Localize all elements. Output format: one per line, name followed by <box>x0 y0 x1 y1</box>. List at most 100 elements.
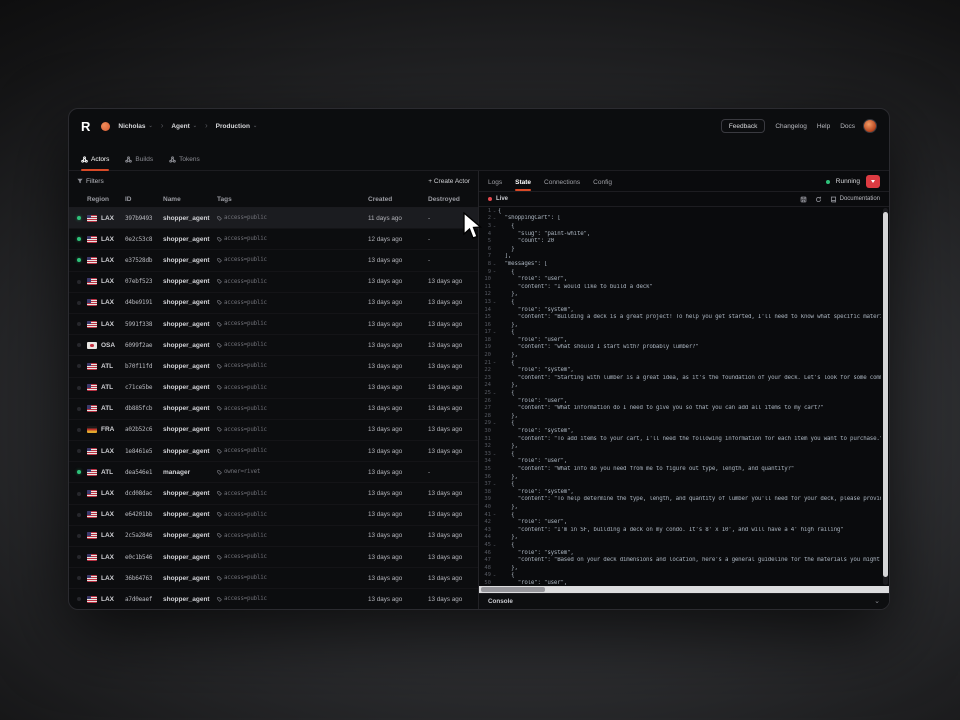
breadcrumb-workspace[interactable]: Nicholas ⌄ <box>118 123 152 130</box>
fold-caret-icon[interactable]: ⌄ <box>491 543 498 548</box>
chevron-down-icon[interactable]: ⌄ <box>874 598 880 605</box>
main-tab[interactable]: Actors <box>81 156 109 170</box>
horizontal-scrollbar-thumb[interactable] <box>481 587 545 592</box>
code-line: 9 ⌄ { <box>479 268 881 276</box>
region-flag-icon <box>87 236 97 243</box>
code-line: 17 ⌄ { <box>479 329 881 337</box>
vertical-scrollbar-thumb[interactable] <box>883 212 888 577</box>
state-json-editor[interactable]: 1 ⌄ { 2 ⌄ "shoppingCart": [ 3 ⌄ { <box>479 207 889 586</box>
nav-link[interactable]: Docs <box>840 123 855 130</box>
code-line: 46 ⌄ "role": "system", <box>479 549 881 557</box>
actors-pane: Filters + Create Actor Region ID Name Ta… <box>69 171 478 609</box>
rivet-logo-icon[interactable]: R <box>81 119 89 134</box>
table-row[interactable]: LAX 07ebf523 shopper_agent access=public… <box>69 272 478 293</box>
refresh-icon[interactable] <box>815 196 822 203</box>
code-line: 19 ⌄ "content": "what should I start wit… <box>479 344 881 352</box>
fold-caret-icon[interactable]: ⌄ <box>491 573 498 578</box>
fold-caret-icon[interactable]: ⌄ <box>491 300 498 305</box>
running-dot-icon <box>77 428 81 432</box>
fold-caret-icon[interactable]: ⌄ <box>491 421 498 426</box>
column-header-id: ID <box>125 196 163 203</box>
code-line: 8 ⌄ "messages": [ <box>479 260 881 268</box>
table-row[interactable]: LAX a7d0eaef shopper_agent access=public… <box>69 589 478 609</box>
nav-link[interactable]: Help <box>817 123 830 130</box>
code-line: 6 ⌄ } <box>479 245 881 253</box>
fold-caret-icon[interactable]: ⌄ <box>491 209 498 214</box>
table-row[interactable]: ATL db885fcb shopper_agent access=public… <box>69 399 478 420</box>
state-toolbar: Live Documentation <box>479 191 889 207</box>
table-row[interactable]: LAX 0e2c53c8 shopper_agent access=public… <box>69 229 478 250</box>
fold-caret-icon[interactable]: ⌄ <box>491 224 498 229</box>
filters-button[interactable]: Filters <box>77 178 104 185</box>
stop-actor-button[interactable] <box>866 175 880 188</box>
detail-tab[interactable]: Config <box>593 179 612 191</box>
table-row[interactable]: OSA 6099f2ae shopper_agent access=public… <box>69 335 478 356</box>
code-line: 3 ⌄ { <box>479 222 881 230</box>
fold-caret-icon[interactable]: ⌄ <box>491 452 498 457</box>
code-line: 2 ⌄ "shoppingCart": [ <box>479 215 881 223</box>
tab-icon <box>125 156 132 163</box>
fold-caret-icon[interactable]: ⌄ <box>491 330 498 335</box>
column-header-created: Created <box>368 196 428 203</box>
code-line: 28 ⌄ }, <box>479 412 881 420</box>
fold-caret-icon[interactable]: ⌄ <box>491 360 498 365</box>
code-line: 45 ⌄ { <box>479 541 881 549</box>
fold-caret-icon[interactable]: ⌄ <box>491 262 498 267</box>
fold-caret-icon[interactable]: ⌄ <box>491 512 498 517</box>
table-row[interactable]: LAX e64201bb shopper_agent access=public… <box>69 505 478 526</box>
code-line: 24 ⌄ }, <box>479 382 881 390</box>
tab-icon <box>169 156 176 163</box>
code-line: 15 ⌄ "content": "Building a deck is a gr… <box>479 313 881 321</box>
table-row[interactable]: LAX e0c1b546 shopper_agent access=public… <box>69 547 478 568</box>
fold-caret-icon[interactable]: ⌄ <box>491 391 498 396</box>
table-row[interactable]: ATL c71ce5be shopper_agent access=public… <box>69 378 478 399</box>
create-actor-button[interactable]: + Create Actor <box>428 178 470 185</box>
region-flag-icon <box>87 426 97 433</box>
running-dot-icon <box>77 322 81 326</box>
save-icon[interactable] <box>800 196 807 203</box>
table-row[interactable]: LAX e37528db shopper_agent access=public… <box>69 250 478 271</box>
selector-icon: ⌄ <box>148 123 152 129</box>
detail-tab[interactable]: Connections <box>544 179 580 191</box>
detail-tab[interactable]: State <box>515 179 531 191</box>
tag-icon <box>217 576 222 581</box>
table-row[interactable]: LAX 1e8461e5 shopper_agent access=public… <box>69 441 478 462</box>
user-avatar[interactable] <box>863 119 877 133</box>
tag-icon <box>217 427 222 432</box>
console-bar[interactable]: Console ⌄ <box>479 593 889 609</box>
table-row[interactable]: ATL b70f11fd shopper_agent access=public… <box>69 356 478 377</box>
table-row[interactable]: ATL dea546e1 manager owner=rivet 13 days… <box>69 462 478 483</box>
running-dot-icon <box>77 449 81 453</box>
detail-tab[interactable]: Logs <box>488 179 502 191</box>
fold-caret-icon[interactable]: ⌄ <box>491 216 498 221</box>
documentation-link[interactable]: Documentation <box>830 196 880 203</box>
vertical-scrollbar[interactable] <box>883 208 888 585</box>
region-flag-icon <box>87 448 97 455</box>
nav-link[interactable]: Changelog <box>775 123 806 130</box>
code-line: 22 ⌄ "role": "system", <box>479 366 881 374</box>
nav-link[interactable]: Feedback <box>721 119 766 133</box>
chevron-right-icon: › <box>205 122 208 130</box>
main-tab-bar: Actors Builds Tokens <box>69 143 889 171</box>
live-indicator-icon <box>488 197 492 201</box>
table-row[interactable]: LAX d4be9191 shopper_agent access=public… <box>69 293 478 314</box>
code-line: 34 ⌄ "role": "user", <box>479 458 881 466</box>
table-row[interactable]: LAX 2c5a2846 shopper_agent access=public… <box>69 526 478 547</box>
breadcrumb-project[interactable]: Agent ⌄ <box>171 123 197 130</box>
table-row[interactable]: LAX 36b64763 shopper_agent access=public… <box>69 568 478 589</box>
tag-icon <box>217 300 222 305</box>
code-line: 27 ⌄ "content": "What information do I n… <box>479 404 881 412</box>
fold-caret-icon[interactable]: ⌄ <box>491 482 498 487</box>
main-tab[interactable]: Builds <box>125 156 153 170</box>
breadcrumb-environment[interactable]: Production ⌄ <box>216 123 258 130</box>
running-dot-icon <box>77 597 81 601</box>
table-row[interactable]: LAX 397b9493 shopper_agent access=public… <box>69 208 478 229</box>
table-row[interactable]: LAX 5991f338 shopper_agent access=public… <box>69 314 478 335</box>
fold-caret-icon[interactable]: ⌄ <box>491 269 498 274</box>
main-tab[interactable]: Tokens <box>169 156 200 170</box>
code-line: 37 ⌄ { <box>479 480 881 488</box>
horizontal-scrollbar[interactable] <box>479 586 889 593</box>
table-row[interactable]: FRA a02b52c6 shopper_agent access=public… <box>69 420 478 441</box>
actor-table-body: LAX 397b9493 shopper_agent access=public… <box>69 208 478 609</box>
table-row[interactable]: LAX dcd08dac shopper_agent access=public… <box>69 483 478 504</box>
